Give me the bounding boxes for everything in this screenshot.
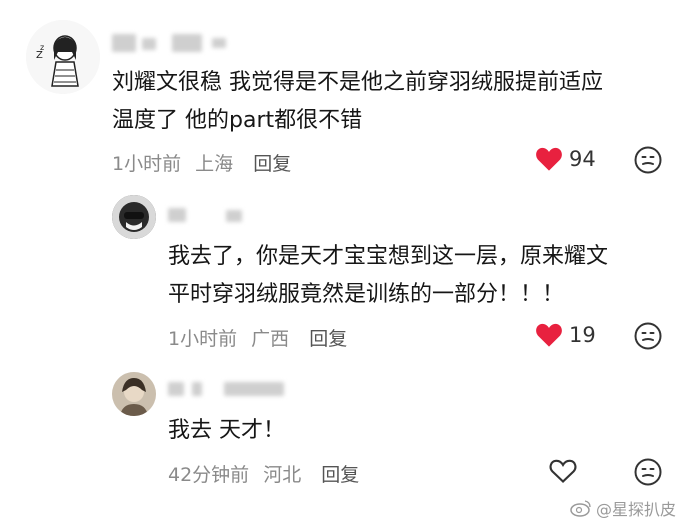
like-count: 19 xyxy=(569,323,596,347)
emoji-reaction-button[interactable] xyxy=(634,146,662,178)
comment-meta: 1小时前 广西 回复 xyxy=(168,324,347,351)
weibo-logo-icon xyxy=(570,500,591,517)
timestamp: 1小时前 xyxy=(112,153,182,175)
heart-filled-icon xyxy=(536,147,562,171)
ip-location: 广西 xyxy=(251,328,290,350)
comment-meta: 42分钟前 河北 回复 xyxy=(168,460,359,487)
masked-person-avatar-icon xyxy=(112,195,156,239)
reply-button[interactable]: 回复 xyxy=(253,153,291,175)
username-blurred[interactable] xyxy=(112,34,232,52)
neutral-face-icon xyxy=(634,458,662,486)
timestamp: 42分钟前 xyxy=(168,464,250,486)
emoji-reaction-button[interactable] xyxy=(634,458,662,490)
comment-text: 我去 天才！ xyxy=(168,418,285,443)
heart-filled-icon xyxy=(536,323,562,347)
avatar[interactable] xyxy=(112,372,156,416)
reply-button[interactable]: 回复 xyxy=(309,328,347,350)
like-button[interactable]: 19 xyxy=(535,322,596,348)
ip-location: 河北 xyxy=(263,464,302,486)
comment-text: 刘耀文很稳 我觉得是不是他之前穿羽绒服提前适应 温度了 他的part都很不错 xyxy=(112,70,603,133)
like-button[interactable]: 94 xyxy=(535,146,596,172)
comment-text: 我去了，你是天才宝宝想到这一层，原来耀文 平时穿羽绒服竟然是训练的一部分！！！ xyxy=(168,244,609,307)
username-blurred[interactable] xyxy=(168,380,288,398)
like-count: 94 xyxy=(569,147,596,171)
like-button[interactable] xyxy=(549,458,577,484)
neutral-face-icon xyxy=(634,146,662,174)
neutral-face-icon xyxy=(634,322,662,350)
weibo-watermark: @星探扒皮 xyxy=(570,496,676,520)
heart-outline-icon xyxy=(549,459,577,483)
reply-button[interactable]: 回复 xyxy=(321,464,359,486)
emoji-reaction-button[interactable] xyxy=(634,322,662,354)
avatar[interactable]: Z z xyxy=(26,20,100,94)
svg-text:z: z xyxy=(40,43,44,52)
username-blurred[interactable] xyxy=(168,206,258,224)
comment-meta: 1小时前 上海 回复 xyxy=(112,149,291,176)
ip-location: 上海 xyxy=(195,153,234,175)
timestamp: 1小时前 xyxy=(168,328,238,350)
person-photo-avatar-icon xyxy=(112,372,156,416)
cartoon-girl-avatar-icon: Z z xyxy=(26,20,100,94)
avatar[interactable] xyxy=(112,195,156,239)
